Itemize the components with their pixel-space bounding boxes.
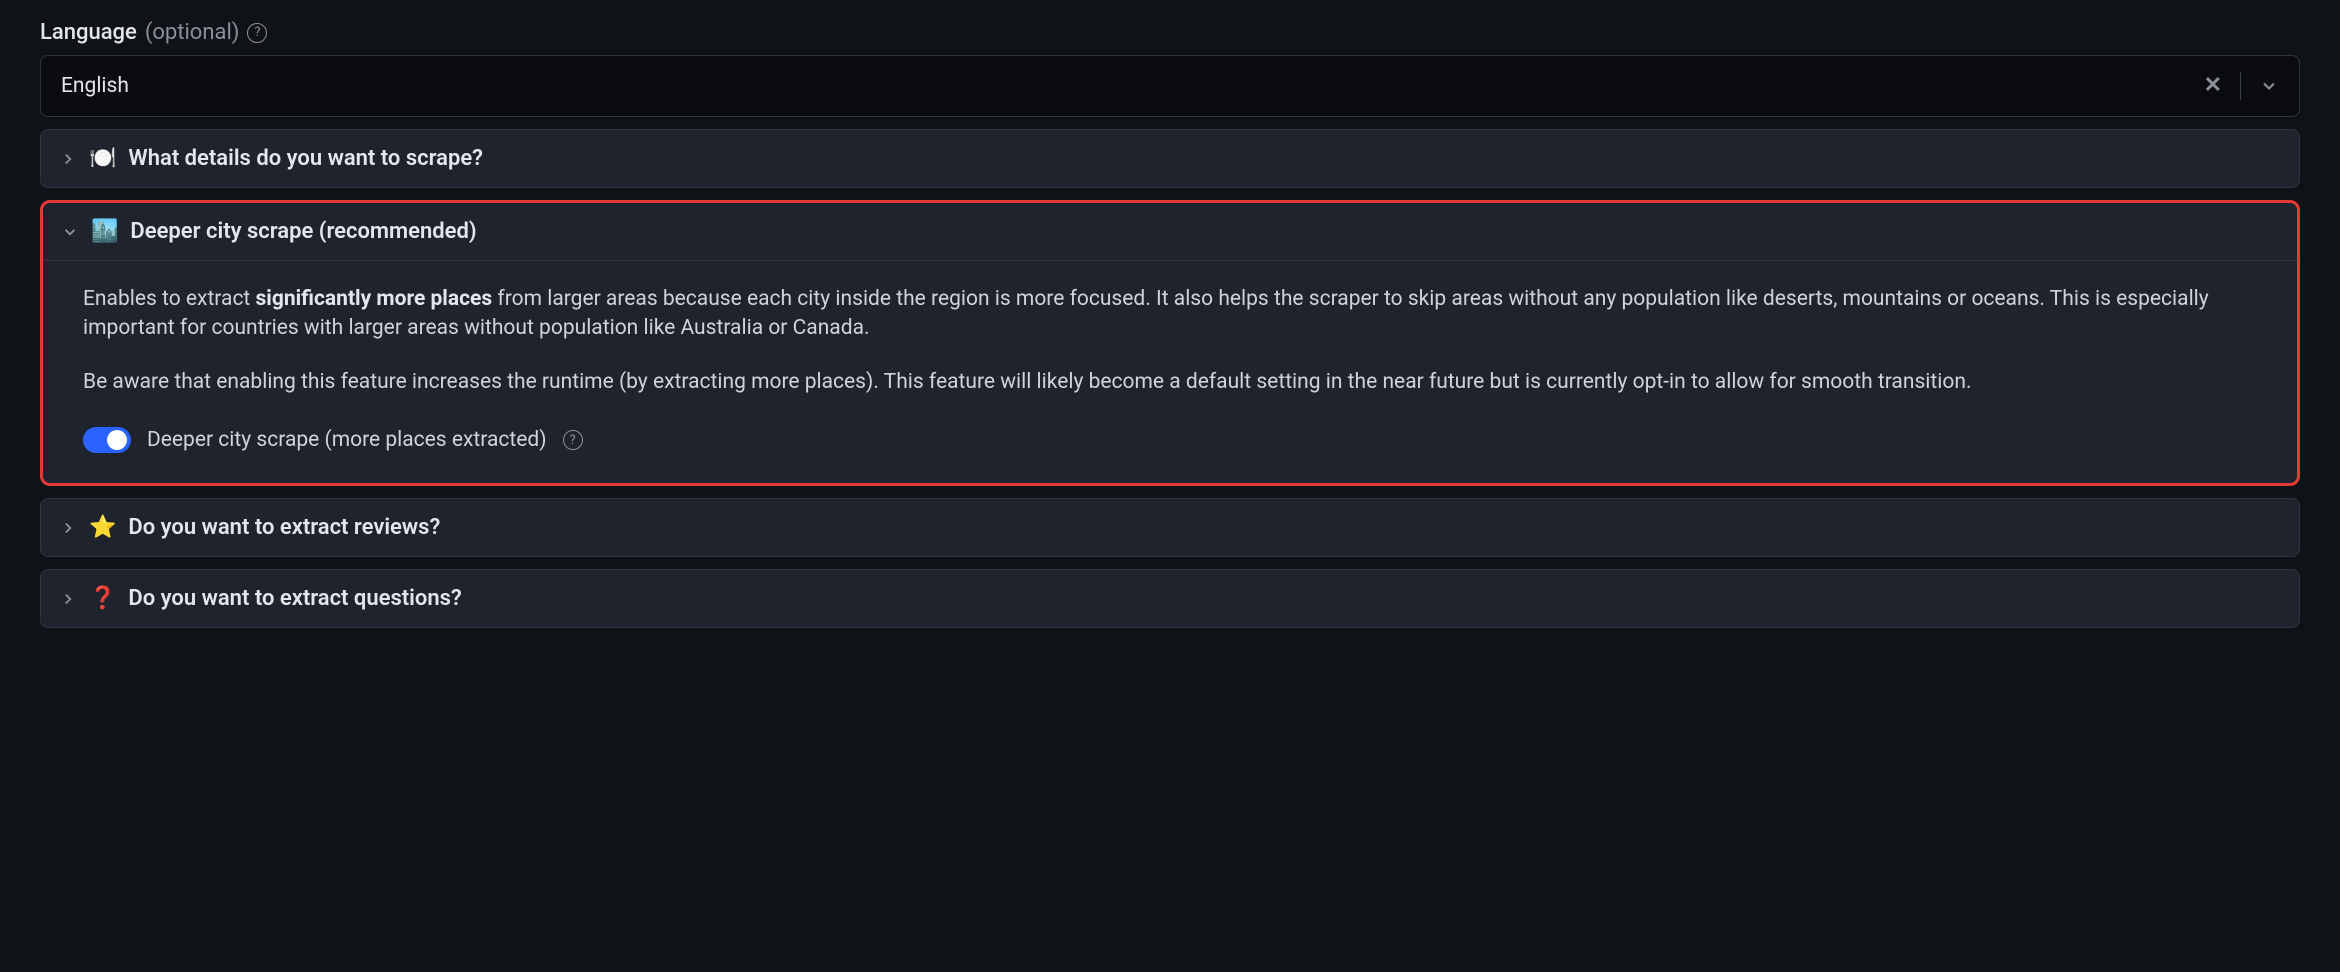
language-label-row: Language (optional) ? [40, 20, 2300, 45]
chevron-right-icon [59, 590, 77, 608]
deeper-toggle-row: Deeper city scrape (more places extracte… [83, 427, 2257, 453]
city-icon: 🏙️ [91, 219, 118, 244]
plate-icon: 🍽️ [89, 146, 116, 171]
accordion-deeper-body: Enables to extract significantly more pl… [43, 260, 2297, 483]
star-icon: ⭐ [89, 515, 116, 540]
accordion-deeper-title: Deeper city scrape (recommended) [130, 219, 476, 244]
chevron-down-icon[interactable] [2259, 76, 2279, 96]
deeper-paragraph-1: Enables to extract significantly more pl… [83, 285, 2257, 344]
language-select-controls: ✕ [2204, 72, 2279, 100]
deeper-toggle-label: Deeper city scrape (more places extracte… [147, 428, 547, 452]
accordion-questions-header[interactable]: ❓ Do you want to extract questions? [41, 570, 2299, 627]
accordion-reviews: ⭐ Do you want to extract reviews? [40, 498, 2300, 557]
language-optional-text: (optional) [145, 20, 240, 45]
help-icon[interactable]: ? [563, 430, 583, 450]
accordion-deeper-city: 🏙️ Deeper city scrape (recommended) Enab… [40, 200, 2300, 486]
accordion-questions-title: Do you want to extract questions? [128, 586, 461, 611]
question-icon: ❓ [89, 586, 116, 611]
deeper-toggle[interactable] [83, 427, 131, 453]
language-label: Language [40, 20, 137, 45]
accordion-details-title: What details do you want to scrape? [128, 146, 483, 171]
accordion-reviews-header[interactable]: ⭐ Do you want to extract reviews? [41, 499, 2299, 556]
chevron-right-icon [59, 150, 77, 168]
language-select[interactable]: English ✕ [40, 55, 2300, 117]
language-select-value: English [61, 74, 129, 98]
accordion-deeper-header[interactable]: 🏙️ Deeper city scrape (recommended) [43, 203, 2297, 260]
accordion-details-header[interactable]: 🍽️ What details do you want to scrape? [41, 130, 2299, 187]
chevron-right-icon [59, 519, 77, 537]
clear-icon[interactable]: ✕ [2204, 75, 2222, 97]
deeper-p1-strong: significantly more places [256, 287, 493, 311]
language-field: Language (optional) ? English ✕ [40, 20, 2300, 117]
accordion-reviews-title: Do you want to extract reviews? [128, 515, 440, 540]
accordion-details: 🍽️ What details do you want to scrape? [40, 129, 2300, 188]
deeper-paragraph-2: Be aware that enabling this feature incr… [83, 368, 2257, 397]
accordion-questions: ❓ Do you want to extract questions? [40, 569, 2300, 628]
help-icon[interactable]: ? [247, 23, 267, 43]
select-divider [2240, 72, 2241, 100]
chevron-down-icon [61, 223, 79, 241]
deeper-p1-pre: Enables to extract [83, 287, 256, 311]
